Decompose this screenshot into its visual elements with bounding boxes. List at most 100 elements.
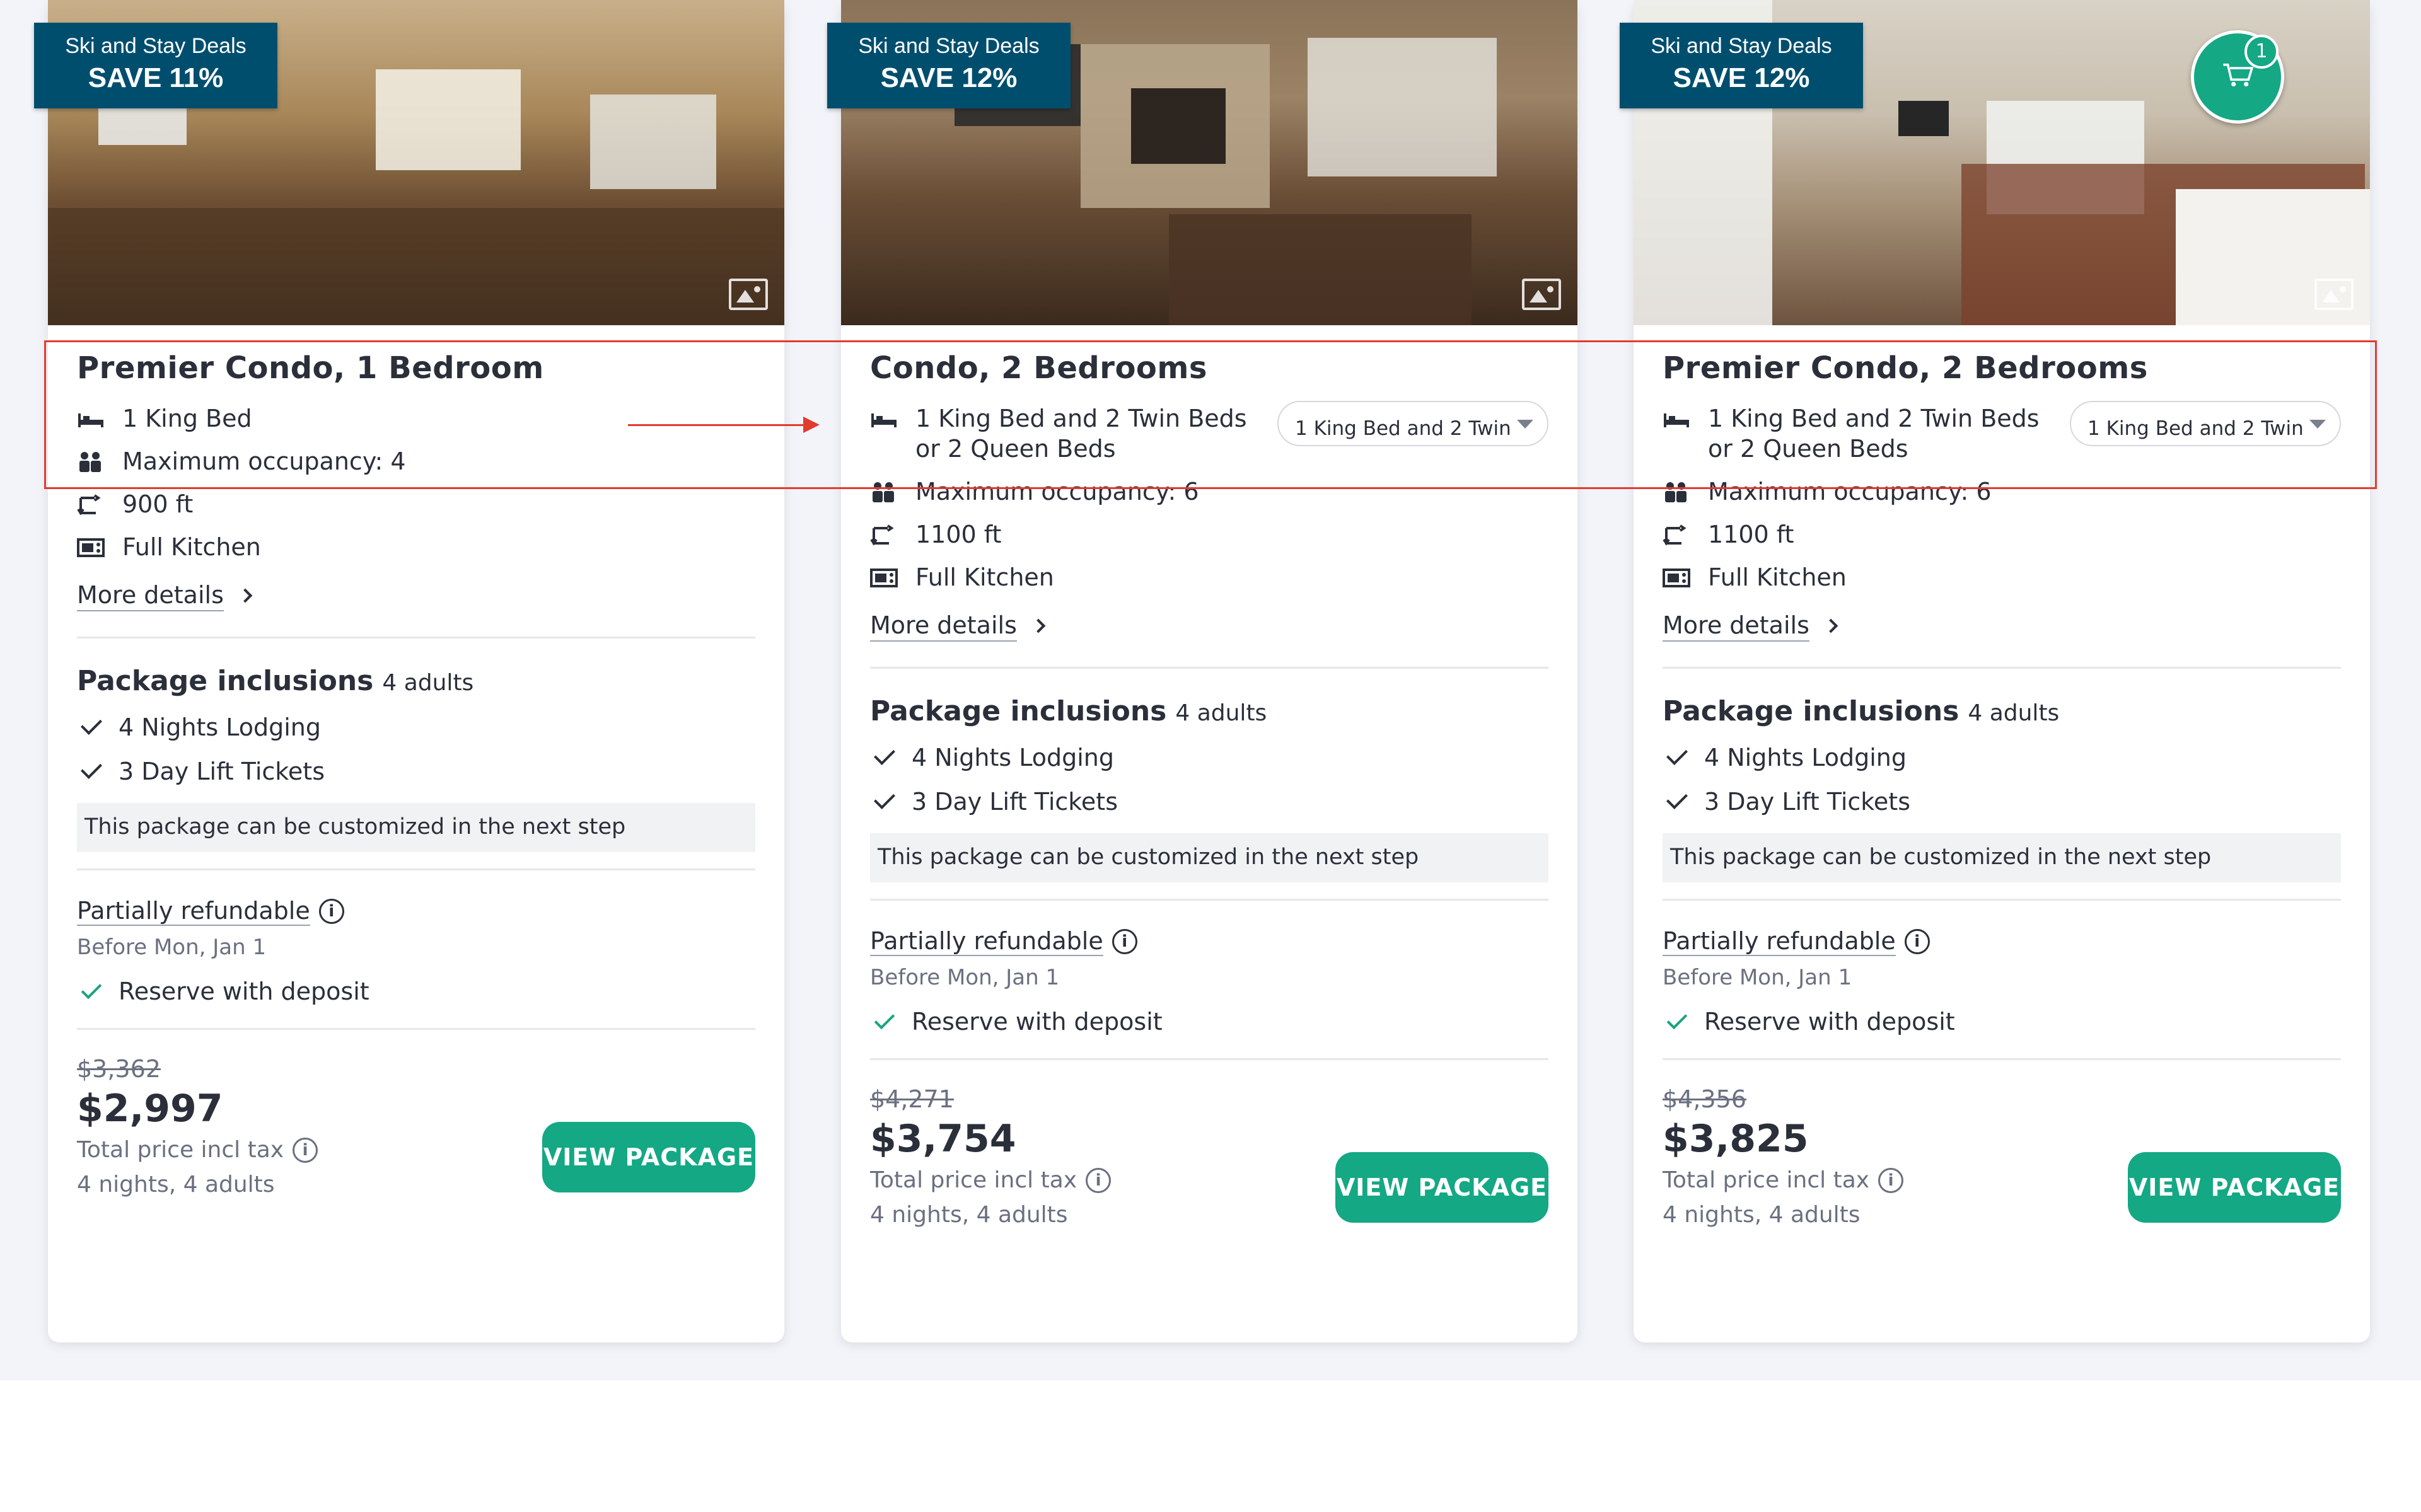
deal-badge: Ski and Stay Deals SAVE 11%: [34, 23, 277, 108]
kitchen-icon: [77, 538, 105, 557]
size-info: 1100 ft: [1663, 519, 2341, 550]
original-price: $4,271: [870, 1085, 954, 1113]
package-guests: 4 adults: [1968, 700, 2060, 726]
info-icon[interactable]: i: [318, 899, 344, 924]
inclusion-item: 3 Day Lift Tickets: [870, 788, 1548, 816]
deposit-option: Reserve with deposit: [870, 1008, 1548, 1036]
package-guests: 4 adults: [1175, 700, 1267, 726]
info-icon[interactable]: i: [293, 1137, 318, 1163]
price-section: $3,362 $2,997 Total price incl tax i 4 ni…: [77, 1055, 755, 1197]
inclusion-text: 4 Nights Lodging: [1704, 744, 1907, 771]
view-package-button[interactable]: VIEW PACKAGE: [542, 1122, 755, 1192]
view-package-button[interactable]: VIEW PACKAGE: [2128, 1152, 2341, 1223]
inclusion-item: 4 Nights Lodging: [870, 744, 1548, 771]
check-icon: [81, 758, 102, 779]
check-icon: [1666, 1008, 1688, 1030]
chevron-right-icon: [1823, 618, 1838, 633]
more-details-link[interactable]: More details: [1663, 592, 2341, 642]
chevron-right-icon: [238, 588, 253, 603]
refund-label[interactable]: Partially refundable: [870, 927, 1103, 956]
deal-badge: Ski and Stay Deals SAVE 12%: [827, 23, 1071, 108]
price-section: $4,271 $3,754 Total price incl tax i 4 ni…: [870, 1085, 1548, 1228]
check-icon: [1666, 788, 1688, 809]
deal-label: Ski and Stay Deals: [1651, 34, 1832, 58]
divider: [870, 1058, 1548, 1060]
inclusion-item: 3 Day Lift Tickets: [77, 758, 755, 785]
deposit-option: Reserve with deposit: [77, 978, 755, 1005]
info-icon[interactable]: i: [1112, 929, 1137, 954]
customize-note: This package can be customized in the ne…: [1663, 833, 2341, 882]
room-card: Ski and Stay Deals SAVE 12% Condo, 2 Bed…: [827, 0, 1577, 1342]
more-details-label[interactable]: More details: [870, 611, 1017, 642]
room-card: Ski and Stay Deals SAVE 12% Premier Cond…: [1620, 0, 2370, 1342]
refund-policy: Partially refundable i: [77, 897, 755, 926]
size-text: 900 ft: [122, 490, 194, 518]
more-details-link[interactable]: More details: [870, 592, 1548, 642]
kitchen-text: Full Kitchen: [915, 563, 1054, 591]
deposit-text: Reserve with deposit: [1704, 1008, 1955, 1036]
gallery-icon[interactable]: [729, 279, 768, 310]
kitchen-icon: [870, 568, 898, 587]
check-icon: [874, 788, 895, 809]
inclusion-text: 3 Day Lift Tickets: [119, 758, 325, 785]
deal-savings: SAVE 12%: [880, 62, 1018, 93]
deal-label: Ski and Stay Deals: [65, 34, 247, 58]
package-title: Package inclusions: [77, 665, 374, 697]
info-icon[interactable]: i: [1878, 1167, 1904, 1193]
more-details-label[interactable]: More details: [1663, 611, 1809, 642]
kitchen-icon: [1663, 568, 1690, 587]
room-card: Ski and Stay Deals SAVE 11% Premier Cond…: [34, 0, 784, 1342]
more-details-label[interactable]: More details: [77, 581, 224, 611]
refund-policy: Partially refundable i: [870, 927, 1548, 956]
divider: [1663, 667, 2341, 669]
info-icon[interactable]: i: [1904, 929, 1930, 954]
customize-note: This package can be customized in the ne…: [870, 833, 1548, 882]
gallery-icon[interactable]: [1522, 279, 1561, 310]
area-icon: [1663, 524, 1687, 546]
more-details-link[interactable]: More details: [77, 562, 755, 611]
deposit-option: Reserve with deposit: [1663, 1008, 2341, 1036]
refund-label[interactable]: Partially refundable: [77, 897, 310, 926]
gallery-icon[interactable]: [2314, 279, 2354, 310]
inclusion-text: 3 Day Lift Tickets: [1704, 788, 1911, 816]
divider: [77, 1028, 755, 1030]
deposit-text: Reserve with deposit: [912, 1008, 1163, 1036]
check-icon: [81, 713, 102, 735]
area-icon: [77, 494, 101, 516]
refund-deadline: Before Mon, Jan 1: [1663, 965, 1852, 990]
kitchen-info: Full Kitchen: [77, 532, 755, 562]
cart-button[interactable]: 1: [2191, 30, 2284, 124]
deal-label: Ski and Stay Deals: [858, 34, 1040, 58]
info-icon[interactable]: i: [1086, 1167, 1112, 1193]
divider: [1663, 1058, 2341, 1060]
size-text: 1100 ft: [1708, 521, 1794, 548]
cart-count-badge: 1: [2244, 35, 2279, 69]
divider: [1663, 899, 2341, 901]
divider: [77, 637, 755, 638]
deal-savings: SAVE 11%: [88, 62, 224, 93]
annotation-highlight-box: [44, 340, 2377, 489]
size-info: 900 ft: [77, 489, 755, 519]
inclusion-item: 4 Nights Lodging: [1663, 744, 2341, 771]
check-icon: [81, 978, 102, 1000]
cart-icon: [2223, 63, 2254, 87]
area-icon: [870, 524, 894, 546]
refund-deadline: Before Mon, Jan 1: [77, 935, 267, 960]
customize-note: This package can be customized in the ne…: [77, 803, 755, 852]
divider: [870, 667, 1548, 669]
deal-badge: Ski and Stay Deals SAVE 12%: [1620, 23, 1863, 108]
inclusion-text: 3 Day Lift Tickets: [912, 788, 1118, 816]
kitchen-info: Full Kitchen: [1663, 562, 2341, 592]
package-heading: Package inclusions 4 adults: [1663, 695, 2341, 727]
package-heading: Package inclusions 4 adults: [77, 665, 755, 697]
tax-text: Total price incl tax: [1663, 1167, 1870, 1193]
refund-label[interactable]: Partially refundable: [1663, 927, 1896, 956]
check-icon: [874, 1008, 895, 1030]
chevron-right-icon: [1031, 618, 1046, 633]
view-package-button[interactable]: VIEW PACKAGE: [1335, 1152, 1548, 1223]
deal-savings: SAVE 12%: [1673, 62, 1810, 93]
size-info: 1100 ft: [870, 519, 1548, 550]
package-heading: Package inclusions 4 adults: [870, 695, 1548, 727]
inclusion-text: 4 Nights Lodging: [119, 713, 321, 741]
tax-text: Total price incl tax: [870, 1167, 1077, 1193]
